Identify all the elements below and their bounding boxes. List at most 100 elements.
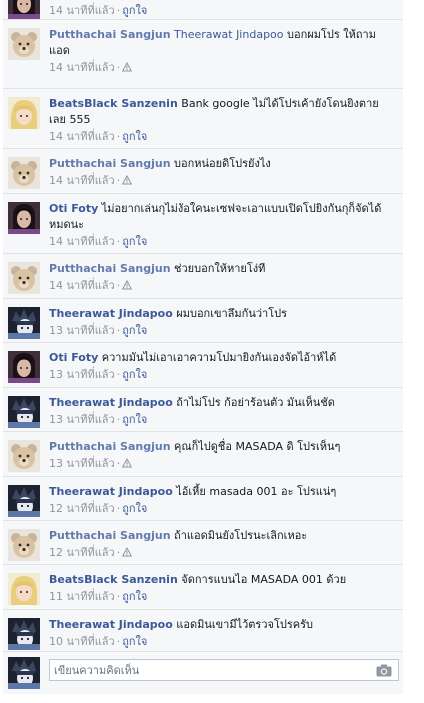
avatar[interactable] bbox=[8, 396, 40, 428]
avatar[interactable] bbox=[8, 307, 40, 339]
comment-item: Theerawat Jindapoo ไอ้เหี้ย masada 001 อ… bbox=[3, 477, 403, 521]
comment-meta: 10 นาทีที่แล้ว · ถูกใจ bbox=[49, 634, 395, 650]
comment-timestamp[interactable]: 14 นาทีที่แล้ว bbox=[49, 279, 115, 292]
comment-timestamp[interactable]: 14 นาทีที่แล้ว bbox=[49, 174, 115, 187]
like-link[interactable]: ถูกใจ bbox=[122, 235, 147, 248]
avatar[interactable] bbox=[8, 573, 40, 605]
separator-dot: · bbox=[116, 502, 121, 515]
report-flag-icon[interactable] bbox=[122, 546, 133, 559]
separator-dot: · bbox=[116, 324, 121, 337]
comment-author[interactable]: Oti Foty bbox=[49, 351, 98, 364]
report-flag-icon[interactable] bbox=[122, 174, 133, 187]
avatar[interactable] bbox=[8, 351, 40, 383]
comment-item: Putthachai Sangjun ช่วยบอกให้หายโง่ที 14 … bbox=[3, 254, 403, 299]
comment-text-line: BeatsBlack Sanzenin Bank google ไม่ได้โป… bbox=[49, 96, 395, 128]
comment-text: จัดการแบนไอ MASADA 001 ด้วย bbox=[181, 573, 347, 586]
avatar[interactable] bbox=[8, 618, 40, 650]
comment-input[interactable] bbox=[54, 662, 364, 678]
comment-text-line: BeatsBlack Sanzenin จัดการแบนไอ MASADA 0… bbox=[49, 572, 395, 588]
comment-item: Oti Foty ไม่อยากเล่นกุไม่งัอใคนะเซฟจะเอา… bbox=[3, 194, 403, 254]
comment-meta: 13 นาทีที่แล้ว · ถูกใจ bbox=[49, 323, 395, 339]
comment-text: แอดมินเขามีไว้ตรวจโปรครับ bbox=[176, 618, 314, 631]
comment-timestamp[interactable]: 13 นาทีที่แล้ว bbox=[49, 413, 115, 426]
avatar[interactable] bbox=[8, 262, 40, 294]
comment-input-box[interactable] bbox=[49, 659, 399, 681]
comment-meta: 14 นาทีที่แล้ว · bbox=[49, 60, 395, 76]
like-link[interactable]: ถูกใจ bbox=[122, 590, 147, 603]
comment-timestamp[interactable]: 12 นาทีที่แล้ว bbox=[49, 546, 115, 559]
comment-author[interactable]: Theerawat Jindapoo bbox=[49, 396, 173, 409]
comment-author[interactable]: Putthachai Sangjun bbox=[49, 262, 171, 275]
like-link[interactable]: ถูกใจ bbox=[122, 368, 147, 381]
comment-meta: 13 นาทีที่แล้ว · ถูกใจ bbox=[49, 412, 395, 428]
like-link[interactable]: ถูกใจ bbox=[122, 413, 147, 426]
like-link[interactable]: ถูกใจ bbox=[122, 324, 147, 337]
avatar[interactable] bbox=[8, 202, 40, 234]
avatar[interactable] bbox=[8, 28, 40, 60]
comment-timestamp[interactable]: 14 นาทีที่แล้ว bbox=[49, 235, 115, 248]
comment-text-line: Putthachai Sangjun บอกหน่อยดิโปรยังไง bbox=[49, 156, 395, 172]
separator-dot: · bbox=[116, 235, 121, 248]
comment-meta: 13 นาทีที่แล้ว · bbox=[49, 456, 395, 472]
comment-composer bbox=[3, 652, 403, 694]
avatar[interactable] bbox=[8, 97, 40, 129]
comment-item: Oti Foty ความมันไม่เอาเอาความโปมายิงกันเ… bbox=[3, 343, 403, 388]
comment-item: Theerawat Jindapoo ถ้าไม่โปร ก้อย่าร้อนต… bbox=[3, 388, 403, 432]
separator-dot: · bbox=[116, 174, 121, 187]
comment-author[interactable]: Theerawat Jindapoo bbox=[49, 485, 173, 498]
comment-author[interactable]: Putthachai Sangjun bbox=[49, 28, 171, 41]
comment-text-line: Theerawat Jindapoo ไอ้เหี้ย masada 001 อ… bbox=[49, 484, 395, 500]
comment-author[interactable]: BeatsBlack Sanzenin bbox=[49, 573, 178, 586]
separator-dot: · bbox=[116, 279, 121, 292]
mention-link[interactable]: Theerawat Jindapoo bbox=[174, 28, 283, 41]
comment-meta: 13 นาทีที่แล้ว · ถูกใจ bbox=[49, 367, 395, 383]
comment-author[interactable]: Oti Foty bbox=[49, 202, 98, 215]
avatar[interactable] bbox=[8, 485, 40, 517]
comment-meta: 11 นาทีที่แล้ว · ถูกใจ bbox=[49, 589, 395, 605]
comment-item: Putthachai Sangjun ถ้าแอดมินยังโปรนะเลิก… bbox=[3, 521, 403, 565]
comment-text: ไม่อยากเล่นกุไม่งัอใคนะเซฟจะเอาแบบเปิดโป… bbox=[49, 202, 382, 231]
avatar[interactable] bbox=[8, 440, 40, 472]
comment-timestamp[interactable]: 13 นาทีที่แล้ว bbox=[49, 457, 115, 470]
camera-icon[interactable] bbox=[376, 664, 392, 677]
like-link[interactable]: ถูกใจ bbox=[122, 635, 147, 648]
comment-author[interactable]: Theerawat Jindapoo bbox=[49, 618, 173, 631]
comment-timestamp[interactable]: 14 นาทีที่แล้ว bbox=[49, 4, 115, 17]
comment-timestamp[interactable]: 10 นาทีที่แล้ว bbox=[49, 635, 115, 648]
like-link[interactable]: ถูกใจ bbox=[122, 4, 147, 17]
comment-author[interactable]: Putthachai Sangjun bbox=[49, 157, 171, 170]
comment-text-line: Theerawat Jindapoo ถ้าไม่โปร ก้อย่าร้อนต… bbox=[49, 395, 395, 411]
avatar[interactable] bbox=[8, 529, 40, 561]
comment-timestamp[interactable]: 12 นาทีที่แล้ว bbox=[49, 502, 115, 515]
comment-author[interactable]: Putthachai Sangjun bbox=[49, 529, 171, 542]
comment-text: ถ้าแอดมินยังโปรนะเลิกเหอะ bbox=[174, 529, 308, 542]
separator-dot: · bbox=[116, 413, 121, 426]
comment-item: Oti Foty กูเอกผลมาหลายท่14 นาทีที่แล้ว·ถ… bbox=[3, 0, 403, 20]
comment-author[interactable]: Putthachai Sangjun bbox=[49, 440, 171, 453]
like-link[interactable]: ถูกใจ bbox=[122, 130, 147, 143]
comment-author[interactable]: Theerawat Jindapoo bbox=[49, 307, 173, 320]
comment-text: บอกหน่อยดิโปรยังไง bbox=[174, 157, 271, 170]
avatar[interactable] bbox=[8, 157, 40, 189]
separator-dot: · bbox=[116, 4, 121, 17]
comment-text-line: Theerawat Jindapoo ผมบอกเขาลึมกันว่าโปร bbox=[49, 306, 395, 322]
comment-list: Oti Foty กูเอกผลมาหลายท่14 นาทีที่แล้ว·ถ… bbox=[3, 0, 403, 694]
comment-timestamp[interactable]: 11 นาทีที่แล้ว bbox=[49, 590, 115, 603]
comment-timestamp[interactable]: 13 นาทีที่แล้ว bbox=[49, 324, 115, 337]
avatar[interactable] bbox=[8, 657, 40, 689]
like-link[interactable]: ถูกใจ bbox=[122, 502, 147, 515]
report-flag-icon[interactable] bbox=[122, 279, 133, 292]
comment-text-line: Putthachai Sangjun คุณก็ไปดูชื่อ MASADA … bbox=[49, 439, 395, 455]
comment-timestamp[interactable]: 14 นาทีที่แล้ว bbox=[49, 61, 115, 74]
comment-text-line: Oti Foty ไม่อยากเล่นกุไม่งัอใคนะเซฟจะเอา… bbox=[49, 201, 395, 233]
comment-text: ความมันไม่เอาเอาความโปมายิงกันเองจัดไอ้า… bbox=[101, 351, 337, 364]
report-flag-icon[interactable] bbox=[122, 457, 133, 470]
avatar[interactable] bbox=[8, 0, 40, 19]
comment-text-line: Putthachai Sangjun ช่วยบอกให้หายโง่ที bbox=[49, 261, 395, 277]
separator-dot: · bbox=[116, 635, 121, 648]
comment-author[interactable]: BeatsBlack Sanzenin bbox=[49, 97, 178, 110]
comment-meta: 14 นาทีที่แล้ว · ถูกใจ bbox=[49, 234, 395, 250]
report-flag-icon[interactable] bbox=[122, 61, 133, 74]
comment-timestamp[interactable]: 14 นาทีที่แล้ว bbox=[49, 130, 115, 143]
comment-timestamp[interactable]: 13 นาทีที่แล้ว bbox=[49, 368, 115, 381]
